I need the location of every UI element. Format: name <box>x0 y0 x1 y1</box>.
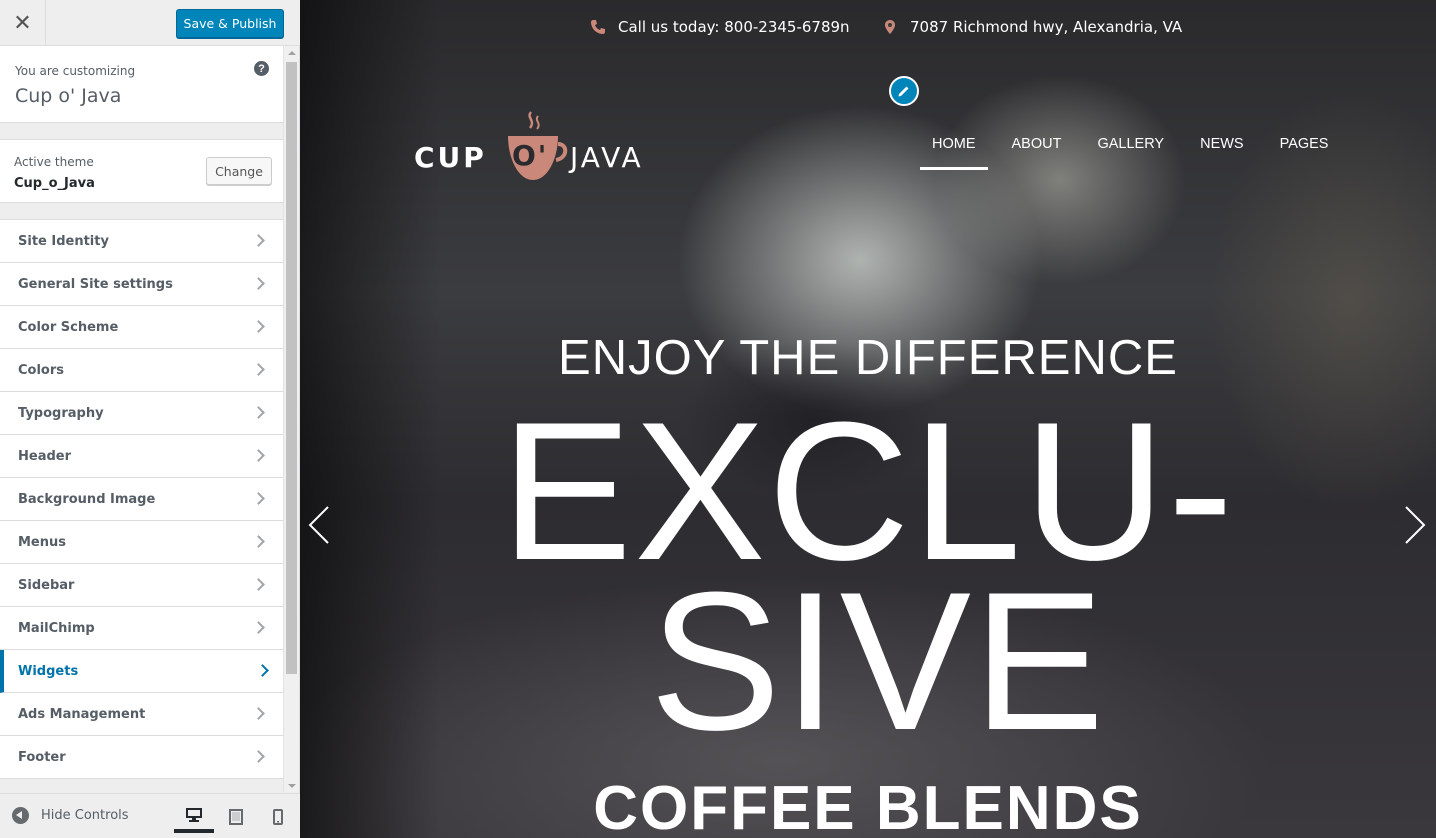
chevron-right-icon <box>252 750 265 763</box>
phone-icon <box>591 20 605 34</box>
close-customizer-button[interactable]: ✕ <box>0 0 46 46</box>
logo-text-o: O' <box>512 139 548 172</box>
panel-label: Color Scheme <box>18 320 119 335</box>
panel-footer[interactable]: Footer <box>0 736 283 779</box>
panel-general-site-settings[interactable]: General Site settings <box>0 263 283 306</box>
chevron-right-icon <box>252 578 265 591</box>
panel-label: Background Image <box>18 492 156 507</box>
hide-controls-label: Hide Controls <box>41 808 129 823</box>
panel-ads-management[interactable]: Ads Management <box>0 693 283 736</box>
panel-menus[interactable]: Menus <box>0 521 283 564</box>
panel-label: Sidebar <box>18 578 75 593</box>
customizer-panels-scroll[interactable]: You are customizing Cup o' Java ? Active… <box>0 46 283 792</box>
logo-text-cup: CUP <box>414 141 487 174</box>
collapse-arrow-icon <box>12 807 29 824</box>
chevron-right-icon <box>252 707 265 720</box>
panel-label: Header <box>18 449 72 464</box>
contact-phone: Call us today: 800-2345-6789ո <box>590 18 850 36</box>
active-theme-section: Active theme Cup_o_Java Change <box>0 139 283 203</box>
customizer-panel-list: Site Identity General Site settings Colo… <box>0 219 283 779</box>
chevron-right-icon <box>252 449 265 462</box>
sidebar-scrollbar[interactable] <box>283 46 299 792</box>
preview-tablet-button[interactable] <box>216 800 256 833</box>
preview-desktop-button[interactable] <box>174 800 214 833</box>
customizer-header: ✕ Save & Publish <box>0 0 300 46</box>
chevron-right-icon <box>252 492 265 505</box>
panel-label: Menus <box>18 535 67 550</box>
panel-label: Footer <box>18 750 66 765</box>
panel-label: Ads Management <box>18 707 146 722</box>
help-icon[interactable]: ? <box>254 61 269 76</box>
phone-text: Call us today: 800-2345-6789ո <box>618 18 850 36</box>
customizer-sidebar: ✕ Save & Publish You are customizing Cup… <box>0 0 300 838</box>
nav-gallery[interactable]: GALLERY <box>1085 136 1176 170</box>
address-text: 7087 Richmond hwy, Alexandria, VA <box>910 18 1183 36</box>
nav-news[interactable]: NEWS <box>1188 136 1256 170</box>
hero-subheading: COFFEE BLENDS <box>593 774 1143 838</box>
panel-header[interactable]: Header <box>0 435 283 478</box>
site-preview[interactable]: Call us today: 800-2345-6789ո 7087 Richm… <box>300 0 1436 838</box>
panel-sidebar[interactable]: Sidebar <box>0 564 283 607</box>
chevron-right-icon <box>252 320 265 333</box>
panel-label: MailChimp <box>18 621 95 636</box>
nav-pages[interactable]: PAGES <box>1268 136 1341 170</box>
chevron-right-icon <box>252 406 265 419</box>
customizing-info: You are customizing Cup o' Java ? <box>0 46 283 123</box>
nav-home[interactable]: HOME <box>920 136 988 170</box>
edit-shortcut-button[interactable] <box>889 76 919 106</box>
panel-site-identity[interactable]: Site Identity <box>0 220 283 263</box>
site-topbar: Call us today: 800-2345-6789ո 7087 Richm… <box>300 18 1436 40</box>
contact-address: 7087 Richmond hwy, Alexandria, VA <box>882 18 1182 36</box>
panel-background-image[interactable]: Background Image <box>0 478 283 521</box>
site-title: Cup o' Java <box>15 85 122 107</box>
scroll-down-arrow[interactable] <box>288 784 296 788</box>
panel-label: General Site settings <box>18 277 173 292</box>
panel-label: Typography <box>18 406 104 421</box>
customizing-label: You are customizing <box>15 64 136 78</box>
change-theme-button[interactable]: Change <box>206 157 272 185</box>
pencil-icon <box>898 86 909 97</box>
hide-controls-button[interactable]: Hide Controls <box>12 807 129 824</box>
panel-mailchimp[interactable]: MailChimp <box>0 607 283 650</box>
chevron-right-icon <box>252 234 265 247</box>
panel-typography[interactable]: Typography <box>0 392 283 435</box>
panel-widgets[interactable]: Widgets <box>0 650 283 693</box>
panel-colors[interactable]: Colors <box>0 349 283 392</box>
panel-label: Widgets <box>18 664 79 679</box>
chevron-right-icon <box>252 621 265 634</box>
tablet-icon <box>229 808 243 825</box>
preview-mobile-button[interactable] <box>258 800 298 833</box>
main-navigation: HOME ABOUT GALLERY NEWS PAGES <box>920 136 1352 170</box>
panel-label: Colors <box>18 363 65 378</box>
mobile-icon <box>273 808 283 825</box>
chevron-right-icon <box>252 277 265 290</box>
desktop-icon <box>186 807 202 822</box>
customizer-footer: Hide Controls <box>0 793 300 838</box>
site-logo[interactable]: CUP O' JAVA <box>412 106 668 186</box>
chevron-right-icon <box>252 535 265 548</box>
map-pin-icon <box>885 20 895 34</box>
active-theme-name: Cup_o_Java <box>14 176 95 191</box>
nav-about[interactable]: ABOUT <box>1000 136 1074 170</box>
scrollbar-thumb[interactable] <box>286 62 297 674</box>
active-theme-label: Active theme <box>14 155 94 169</box>
logo-text-java: JAVA <box>568 141 644 174</box>
hero-heading-line2: SIVE <box>649 551 1107 771</box>
panel-color-scheme[interactable]: Color Scheme <box>0 306 283 349</box>
save-publish-button[interactable]: Save & Publish <box>176 9 284 38</box>
panel-label: Site Identity <box>18 234 109 249</box>
chevron-right-icon <box>252 363 265 376</box>
chevron-right-icon <box>256 664 269 677</box>
scroll-up-arrow[interactable] <box>288 51 296 55</box>
hero-tagline: ENJOY THE DIFFERENCE <box>558 331 1178 385</box>
